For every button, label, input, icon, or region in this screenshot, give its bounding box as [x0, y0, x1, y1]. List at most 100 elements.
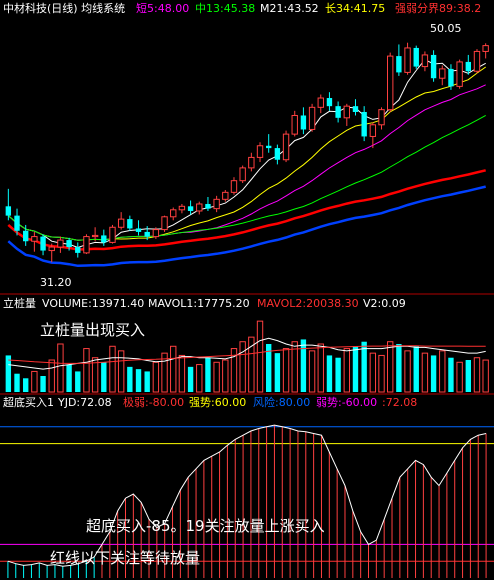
candle-body: [14, 215, 20, 231]
candle-body: [196, 203, 203, 212]
candle-body: [378, 109, 385, 126]
volume-bar: [456, 361, 463, 393]
volume-bar: [343, 348, 350, 393]
ma21-line: [7, 84, 486, 241]
candle-body: [83, 236, 90, 254]
candle-body: [465, 61, 471, 72]
volume-panel-title: 立桩量: [3, 296, 36, 310]
candle-body: [448, 68, 454, 87]
candle-body: [127, 219, 133, 229]
volume-bar: [83, 348, 90, 393]
candle-body: [335, 106, 341, 118]
yjd-line: [7, 424, 487, 567]
volume-bar: [300, 339, 307, 392]
low-price-annotation: 31.20: [40, 276, 72, 289]
ma-mid-label: 中13:45.38: [195, 2, 255, 15]
volume-bar: [326, 355, 333, 392]
candle-body: [40, 236, 46, 251]
volume-bar: [187, 366, 194, 392]
yjd-label: YJD:72.08: [57, 396, 112, 409]
ma-m-label: M21:43.52: [260, 2, 319, 15]
redline-note: 红线以下关注等待放量: [50, 549, 200, 567]
volume-bar: [117, 350, 125, 393]
candle-body: [213, 198, 220, 210]
volume-bar: [48, 359, 55, 393]
volume-bar: [369, 352, 377, 393]
candle-body: [352, 106, 359, 112]
candle-body: [482, 45, 489, 52]
mavol1-label: MAVOL1:17775.20: [148, 297, 250, 310]
candle-body: [326, 98, 333, 107]
volume-bar: [14, 373, 20, 392]
volume-bar: [109, 345, 116, 393]
tail-label: :72.08: [382, 396, 417, 409]
candle-body: [31, 236, 38, 242]
candle-body: [178, 205, 186, 211]
candle-body: [230, 180, 238, 193]
candle-body: [274, 148, 281, 160]
volume-bar: [352, 346, 359, 392]
v2-label: V2:0.09: [363, 297, 406, 310]
volume-bar: [135, 369, 142, 392]
candle-body: [256, 145, 264, 158]
candle-body: [239, 167, 246, 182]
candle-body: [266, 145, 272, 149]
volume-bar: [170, 345, 177, 393]
volume-bar: [31, 370, 38, 393]
volume-bar: [282, 348, 290, 393]
candle-body: [439, 68, 446, 79]
candle-body: [5, 206, 12, 216]
candle-body: [300, 115, 307, 130]
volume-bar: [222, 359, 229, 393]
candle-body: [144, 231, 150, 237]
volume-bar: [396, 344, 402, 392]
candle-body: [117, 218, 125, 228]
candle-body: [135, 228, 142, 232]
volume-bar: [274, 353, 281, 392]
candle-body: [187, 206, 194, 211]
candle-body: [473, 50, 481, 72]
stock-chart-canvas: 中材科技(日线) 均线系统 短5:48.00 中13:45.38 M21:43.…: [0, 1, 494, 578]
volume-bar: [421, 352, 429, 393]
candle-body: [48, 246, 55, 252]
candle-body: [282, 133, 290, 161]
volume-bar: [256, 320, 264, 393]
candle-body: [430, 54, 437, 79]
moving-average-lines: [7, 58, 486, 268]
candle-body: [369, 124, 377, 137]
volume-bar: [75, 371, 81, 392]
candle-body: [387, 55, 394, 111]
indicator-level-lines: [0, 426, 494, 562]
volume-bar: [40, 376, 46, 392]
candle-body: [248, 156, 255, 169]
volume-bar: [101, 362, 107, 392]
chart-title: 中材科技(日线) 均线系统: [3, 1, 125, 15]
volume-bar: [387, 341, 394, 393]
volume-value-label: VOLUME:13971.40: [42, 297, 144, 310]
volume-bar: [5, 355, 12, 392]
candle-body: [308, 106, 316, 130]
volume-bar: [144, 371, 150, 392]
candle-body: [152, 229, 160, 238]
volume-bar: [308, 350, 316, 393]
volume-bar: [152, 361, 160, 393]
fengxian-label: 风险:80.00: [253, 395, 310, 409]
ma-divide-label: 强弱分界89:38.2: [395, 2, 481, 15]
volume-bar: [335, 357, 341, 392]
ma89-line: [7, 169, 486, 251]
candle-body: [361, 111, 367, 137]
volume-bar: [205, 357, 211, 392]
volume-bar: [127, 366, 133, 392]
volume-bar: [239, 341, 246, 393]
volume-bar: [465, 360, 471, 392]
candle-body: [109, 226, 116, 243]
indicator-note: 超底买入-85。19关注放量上涨买入: [86, 517, 325, 535]
volume-bar: [404, 350, 411, 393]
volume-bar: [57, 343, 64, 393]
volume-bar: [213, 361, 220, 393]
volume-bar: [23, 378, 29, 392]
indicator-panel-title: 超底买入1: [3, 395, 54, 409]
volume-bar: [66, 364, 72, 392]
candle-body: [456, 61, 463, 87]
volume-bar: [482, 359, 489, 393]
